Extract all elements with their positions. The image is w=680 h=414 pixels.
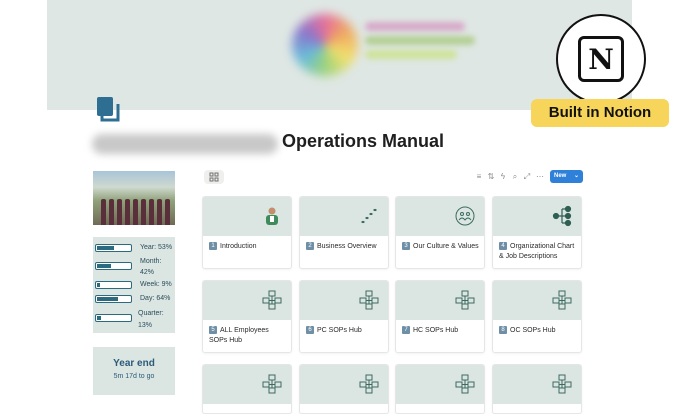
hub-icon — [551, 289, 573, 311]
page-book-icon[interactable] — [96, 96, 122, 122]
card-cover — [493, 365, 581, 404]
lightning-icon[interactable]: ϟ — [498, 170, 508, 184]
progress-fill — [97, 264, 111, 268]
card-cover — [396, 365, 484, 404]
progress-fill — [97, 297, 118, 301]
card-title: 6 PC SOPs Hub — [306, 326, 384, 336]
week-progress-label: Week: 9% — [140, 281, 172, 288]
card-title: 4 Organizational Chart & Job Descriptions — [499, 242, 577, 262]
page-cover — [47, 0, 632, 110]
hub-icon — [261, 373, 283, 395]
gallery-card[interactable] — [492, 364, 582, 414]
page-title: Operations Manual — [282, 131, 445, 151]
sort-icon[interactable]: ⇅ — [486, 170, 496, 184]
card-title-text: Our Culture & Values — [413, 243, 479, 250]
card-title: 2 Business Overview — [306, 242, 384, 252]
team-icon — [454, 205, 476, 227]
hub-icon — [261, 289, 283, 311]
card-cover — [203, 197, 291, 236]
number-badge-icon: 1 — [209, 242, 217, 251]
search-icon[interactable]: ⌕ — [510, 170, 520, 184]
month-progress-bar — [95, 262, 132, 270]
gallery-card[interactable]: 4 Organizational Chart & Job Descriptions — [492, 196, 582, 269]
time-progress-widget: Year: 53% Month: 42% Week: 9% Day: 64% Q… — [93, 237, 175, 333]
day-progress-bar — [95, 295, 132, 303]
card-title-text: PC SOPs Hub — [317, 327, 362, 334]
number-badge-icon: 2 — [306, 242, 314, 251]
number-badge-icon: 8 — [499, 326, 507, 335]
gallery-card[interactable]: 6 PC SOPs Hub — [299, 280, 389, 353]
card-title-text: ALL Employees SOPs Hub — [209, 327, 269, 344]
card-cover — [203, 365, 291, 404]
notion-n-icon: N — [578, 36, 624, 82]
number-badge-icon: 7 — [402, 326, 410, 335]
gallery-view-button[interactable] — [204, 170, 224, 184]
quarter-progress-label: Quarter: 13% — [138, 310, 164, 329]
gallery-card[interactable]: 8 OC SOPs Hub — [492, 280, 582, 353]
card-title: 5 ALL Employees SOPs Hub — [209, 326, 287, 346]
footsteps-icon — [358, 205, 380, 227]
hub-icon — [454, 373, 476, 395]
gallery-card[interactable]: 3 Our Culture & Values — [395, 196, 485, 269]
title-prefix-blurred — [92, 134, 278, 154]
progress-fill — [97, 246, 114, 250]
card-cover — [396, 281, 484, 320]
year-progress-bar — [95, 244, 132, 252]
gallery-card[interactable] — [202, 364, 292, 414]
card-cover — [396, 197, 484, 236]
card-cover — [203, 281, 291, 320]
card-title-text: Business Overview — [317, 243, 377, 250]
hub-icon — [454, 289, 476, 311]
progress-fill — [97, 283, 100, 287]
new-button[interactable]: New ⌄ — [550, 170, 583, 183]
link-icon[interactable]: ⤢ — [522, 170, 532, 184]
year-progress-label: Year: 53% — [140, 244, 173, 251]
person-icon — [261, 205, 283, 227]
card-title-text: Introduction — [220, 243, 257, 250]
card-title-text: OC SOPs Hub — [510, 327, 556, 334]
card-cover — [300, 281, 388, 320]
hub-icon — [358, 373, 380, 395]
hub-icon — [358, 289, 380, 311]
number-badge-icon: 4 — [499, 242, 507, 251]
quarter-progress-bar — [95, 314, 132, 322]
built-in-notion-label: Built in Notion — [531, 99, 669, 127]
countdown-remaining: 5m 17d to go — [113, 373, 155, 380]
card-title: 1 Introduction — [209, 242, 287, 252]
org-chart-icon — [551, 205, 573, 227]
year-end-countdown: Year end 5m 17d to go — [93, 347, 175, 395]
gallery-card[interactable]: 5 ALL Employees SOPs Hub — [202, 280, 292, 353]
progress-fill — [97, 316, 101, 320]
cover-logo-blurred — [292, 14, 358, 76]
gallery-card[interactable]: 2 Business Overview — [299, 196, 389, 269]
gallery-card[interactable]: 1 Introduction — [202, 196, 292, 269]
month-progress-label: Month: 42% — [140, 258, 162, 276]
gallery-card[interactable]: 7 HC SOPs Hub — [395, 280, 485, 353]
week-progress-bar — [95, 281, 132, 289]
card-title-text: Organizational Chart & Job Descriptions — [499, 243, 575, 260]
card-title-text: HC SOPs Hub — [413, 327, 459, 334]
team-photo — [93, 171, 175, 225]
hub-icon — [551, 373, 573, 395]
chevron-down-icon[interactable]: ⌄ — [574, 170, 579, 183]
card-title: 7 HC SOPs Hub — [402, 326, 480, 336]
countdown-title: Year end — [113, 358, 155, 369]
number-badge-icon: 3 — [402, 242, 410, 251]
card-cover — [493, 197, 581, 236]
new-button-label: New — [554, 173, 567, 179]
day-progress-label: Day: 64% — [140, 295, 171, 302]
number-badge-icon: 5 — [209, 326, 217, 335]
card-cover — [493, 281, 581, 320]
card-title: 3 Our Culture & Values — [402, 242, 480, 252]
card-cover — [300, 365, 388, 404]
gallery-card[interactable] — [395, 364, 485, 414]
gallery-card[interactable] — [299, 364, 389, 414]
notion-logo: N — [556, 14, 646, 104]
number-badge-icon: 6 — [306, 326, 314, 335]
card-cover — [300, 197, 388, 236]
more-icon[interactable]: ⋯ — [535, 170, 545, 184]
filter-icon[interactable]: ≡ — [474, 170, 484, 184]
card-title: 8 OC SOPs Hub — [499, 326, 577, 336]
